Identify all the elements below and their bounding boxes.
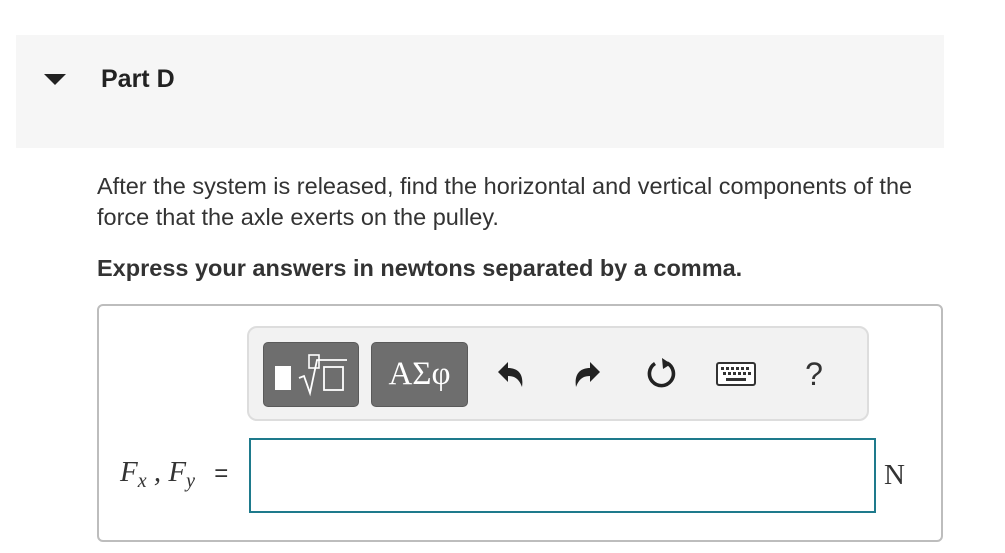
var-fx-sub: x: [137, 470, 147, 492]
var-fy: F: [168, 456, 187, 488]
reset-icon[interactable]: [642, 354, 682, 394]
answer-instruction: Express your answers in newtons separate…: [97, 255, 743, 281]
var-separator: ,: [153, 456, 162, 488]
symbols-button[interactable]: ΑΣφ: [371, 342, 468, 407]
help-icon[interactable]: ?: [794, 354, 834, 394]
equals-sign: =: [214, 460, 229, 487]
part-title[interactable]: Part D: [101, 65, 175, 94]
answer-variable-label: Fx , Fy =: [120, 456, 228, 493]
undo-icon[interactable]: [491, 354, 531, 394]
redo-icon[interactable]: [567, 354, 607, 394]
collapse-caret-icon[interactable]: [44, 74, 66, 85]
math-toolbar: ΑΣφ ?: [247, 326, 869, 421]
var-fy-sub: y: [186, 470, 195, 492]
page: Part D After the system is released, fin…: [0, 0, 1005, 553]
answer-input[interactable]: [249, 438, 876, 513]
var-fx: F: [120, 456, 138, 488]
templates-button[interactable]: [263, 342, 359, 407]
keyboard-icon[interactable]: [714, 354, 758, 394]
templates-icon: [275, 353, 347, 396]
question-text: After the system is released, find the h…: [97, 173, 913, 230]
unit-label: N: [884, 459, 905, 491]
